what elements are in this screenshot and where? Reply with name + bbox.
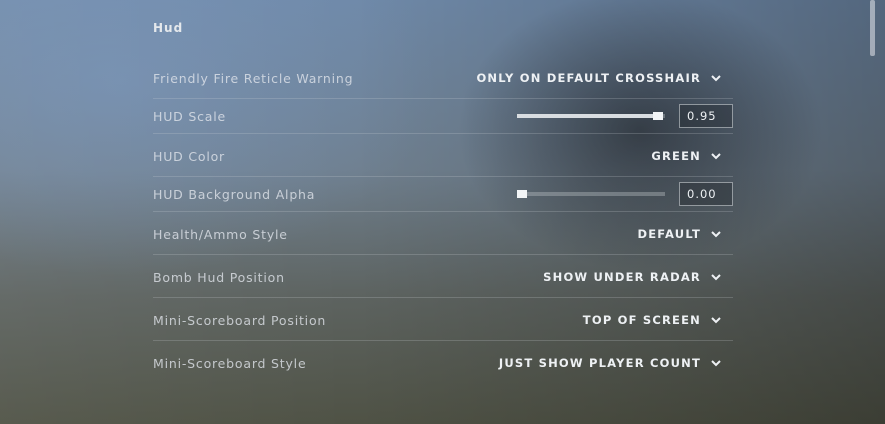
mini-scoreboard-style-dropdown[interactable]: JUST SHOW PLAYER COUNT (499, 356, 721, 370)
dropdown-value: SHOW UNDER RADAR (543, 270, 701, 284)
chevron-down-icon (711, 230, 721, 238)
dropdown-value: ONLY ON DEFAULT CROSSHAIR (476, 71, 701, 85)
setting-label: HUD Background Alpha (153, 186, 316, 202)
setting-row-hud-background-alpha: HUD Background Alpha 0.00 (153, 181, 733, 207)
divider (153, 211, 733, 212)
hud-background-alpha-slider[interactable] (517, 190, 665, 198)
dropdown-value: TOP OF SCREEN (582, 313, 701, 327)
divider (153, 340, 733, 341)
chevron-down-icon (711, 152, 721, 160)
chevron-down-icon (711, 359, 721, 367)
setting-row-hud-color: HUD Color GREEN (153, 145, 733, 167)
setting-label: Friendly Fire Reticle Warning (153, 70, 354, 86)
hud-scale-slider[interactable] (517, 112, 665, 120)
setting-row-bomb-hud-position: Bomb Hud Position SHOW UNDER RADAR (153, 266, 733, 288)
section-title: Hud (153, 21, 184, 35)
hud-scale-control: 0.95 (517, 104, 733, 128)
setting-label: HUD Scale (153, 108, 226, 124)
setting-label: Health/Ammo Style (153, 226, 288, 242)
hud-background-alpha-input[interactable]: 0.00 (679, 182, 733, 206)
hud-background-alpha-control: 0.00 (517, 182, 733, 206)
setting-label: Bomb Hud Position (153, 269, 285, 285)
divider (153, 133, 733, 134)
dropdown-value: GREEN (651, 149, 701, 163)
setting-row-hud-scale: HUD Scale 0.95 (153, 103, 733, 129)
setting-label: HUD Color (153, 148, 225, 164)
divider (153, 176, 733, 177)
hud-scale-input[interactable]: 0.95 (679, 104, 733, 128)
setting-label: Mini-Scoreboard Style (153, 355, 307, 371)
dropdown-value: JUST SHOW PLAYER COUNT (498, 356, 701, 370)
chevron-down-icon (711, 74, 721, 82)
chevron-down-icon (711, 316, 721, 324)
setting-row-friendly-fire-reticle-warning: Friendly Fire Reticle Warning ONLY ON DE… (153, 67, 733, 89)
friendly-fire-reticle-dropdown[interactable]: ONLY ON DEFAULT CROSSHAIR (476, 71, 721, 85)
slider-thumb[interactable] (517, 190, 527, 198)
slider-thumb[interactable] (653, 112, 663, 120)
hud-color-dropdown[interactable]: GREEN (651, 149, 721, 163)
dropdown-value: DEFAULT (637, 227, 701, 241)
scrollbar[interactable] (870, 0, 875, 56)
divider (153, 98, 733, 99)
divider (153, 297, 733, 298)
setting-label: Mini-Scoreboard Position (153, 312, 327, 328)
divider (153, 254, 733, 255)
slider-fill (517, 114, 658, 118)
setting-row-mini-scoreboard-style: Mini-Scoreboard Style JUST SHOW PLAYER C… (153, 352, 733, 374)
mini-scoreboard-position-dropdown[interactable]: TOP OF SCREEN (583, 313, 721, 327)
chevron-down-icon (711, 273, 721, 281)
health-ammo-style-dropdown[interactable]: DEFAULT (638, 227, 722, 241)
setting-row-mini-scoreboard-position: Mini-Scoreboard Position TOP OF SCREEN (153, 309, 733, 331)
setting-row-health-ammo-style: Health/Ammo Style DEFAULT (153, 223, 733, 245)
bomb-hud-position-dropdown[interactable]: SHOW UNDER RADAR (543, 270, 721, 284)
